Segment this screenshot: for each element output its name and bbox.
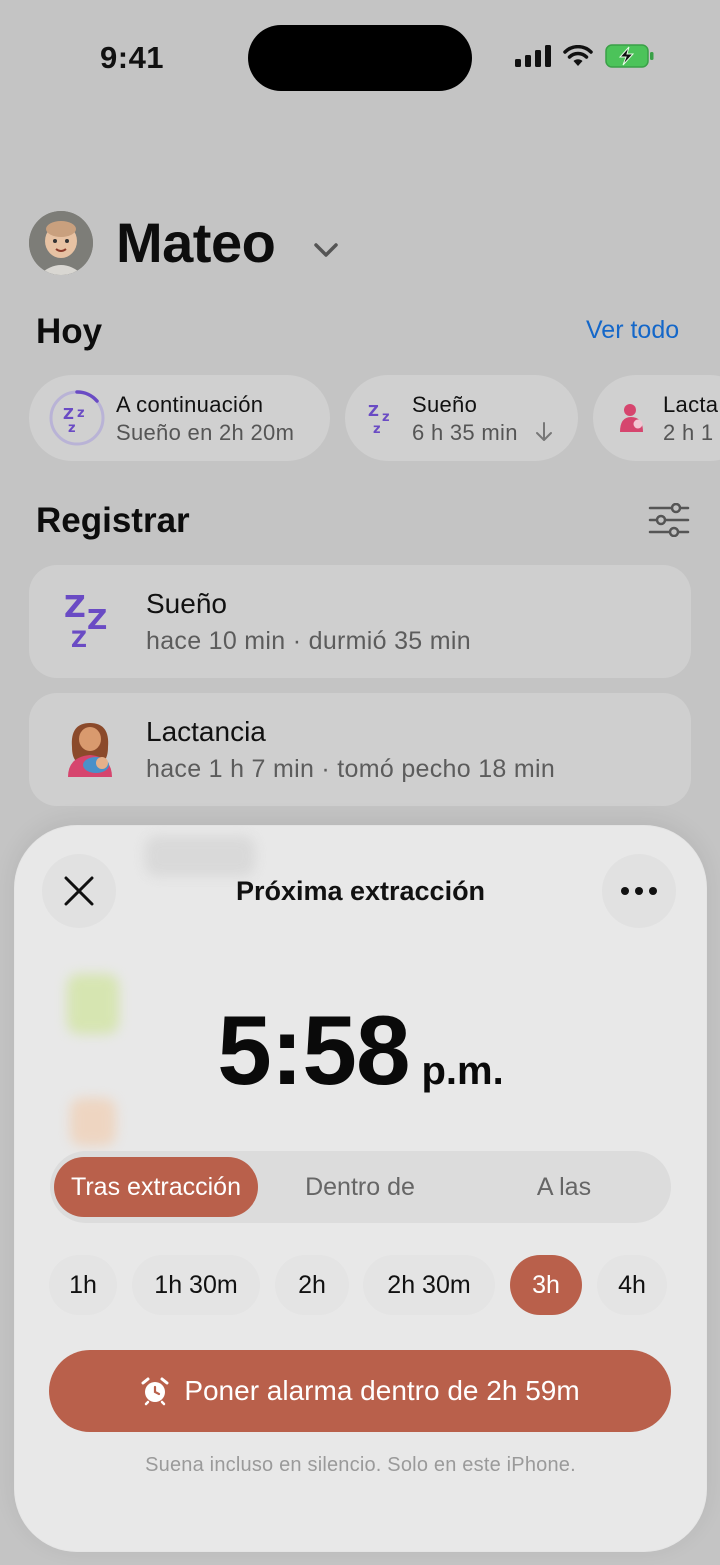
blurred-background [145, 836, 255, 876]
log-item-title: Sueño [146, 588, 227, 619]
chip-feeding[interactable]: Lacta 2 h 1 [593, 375, 720, 461]
sleep-zz-icon: Z z z [368, 402, 390, 435]
mode-after-pump[interactable]: Tras extracción [54, 1157, 258, 1217]
breastfeeding-icon [68, 723, 112, 777]
chevron-down-icon[interactable] [312, 240, 340, 260]
today-title: Hoy [36, 312, 103, 351]
next-time-display: 5:58 p.m. [15, 994, 706, 1107]
ellipsis-icon [621, 887, 657, 895]
chip-subtitle: 2 h 1 [663, 420, 714, 445]
log-item-sleep[interactable]: Z Z Z Sueño hace 10 min · durmió 35 min [29, 565, 691, 678]
next-pump-sheet[interactable]: Próxima extracción 5:58 p.m. Tras extrac… [15, 826, 706, 1551]
chip-title: Lacta [663, 392, 719, 417]
set-alarm-label: Poner alarma dentro de 2h 59m [184, 1375, 580, 1406]
log-item-title: Lactancia [146, 716, 266, 747]
status-icons [515, 44, 655, 68]
chip-next-up[interactable]: Z z z A continuación Sueño en 2h 20m [29, 375, 330, 461]
duration-option[interactable]: 2h [275, 1255, 349, 1315]
svg-text:z: z [77, 406, 85, 421]
sleep-progress-ring-icon: Z z z [49, 390, 105, 446]
log-title: Registrar [36, 501, 190, 540]
duration-option[interactable]: 2h 30m [363, 1255, 495, 1315]
svg-text:z: z [373, 422, 381, 435]
baby-photo [29, 211, 93, 275]
next-time: 5:58 [217, 995, 410, 1105]
see-all-link[interactable]: Ver todo [586, 316, 679, 345]
svg-text:z: z [382, 410, 390, 425]
duration-option[interactable]: 1h 30m [132, 1255, 260, 1315]
duration-option[interactable]: 1h [49, 1255, 117, 1315]
more-options-button[interactable] [602, 854, 676, 928]
mode-selector[interactable]: Tras extracción Dentro de A las [50, 1151, 671, 1223]
chip-subtitle: 6 h 35 min [412, 420, 518, 445]
wifi-icon [563, 45, 593, 66]
svg-text:z: z [68, 421, 76, 436]
alarm-footnote: Suena incluso en silencio. Solo en este … [145, 1454, 576, 1476]
sleep-zz-icon: Z Z Z [64, 590, 107, 651]
log-item-feeding[interactable]: Lactancia hace 1 h 7 min · tomó pecho 18… [29, 693, 691, 806]
svg-text:Z: Z [368, 402, 379, 420]
duration-option-selected[interactable]: 3h [510, 1255, 582, 1315]
log-item-subtitle: hace 1 h 7 min · tomó pecho 18 min [146, 755, 556, 783]
svg-text:Z: Z [87, 603, 107, 636]
chip-title: Sueño [412, 392, 478, 417]
battery-charging-icon [605, 44, 654, 68]
chip-sleep[interactable]: Z z z Sueño 6 h 35 min [345, 375, 578, 461]
alarm-clock-icon [141, 1377, 169, 1406]
svg-text:Z: Z [64, 590, 86, 625]
filter-sliders-icon[interactable] [648, 503, 690, 537]
mode-at[interactable]: A las [462, 1157, 666, 1217]
log-item-subtitle: hace 10 min · durmió 35 min [146, 627, 471, 655]
signal-icon [515, 45, 551, 67]
chip-subtitle: Sueño en 2h 20m [116, 420, 295, 445]
child-name[interactable]: Mateo [116, 210, 276, 275]
breastfeeding-icon [620, 404, 643, 432]
child-avatar[interactable] [29, 211, 93, 275]
chip-title: A continuación [116, 392, 264, 417]
arrow-down-icon [536, 422, 552, 441]
status-time: 9:41 [100, 40, 165, 75]
next-time-ampm: p.m. [421, 1049, 504, 1093]
mode-in[interactable]: Dentro de [258, 1157, 462, 1217]
set-alarm-button[interactable]: Poner alarma dentro de 2h 59m [49, 1350, 671, 1432]
duration-option[interactable]: 4h [597, 1255, 667, 1315]
svg-text:Z: Z [71, 628, 87, 651]
dynamic-island [248, 25, 472, 91]
